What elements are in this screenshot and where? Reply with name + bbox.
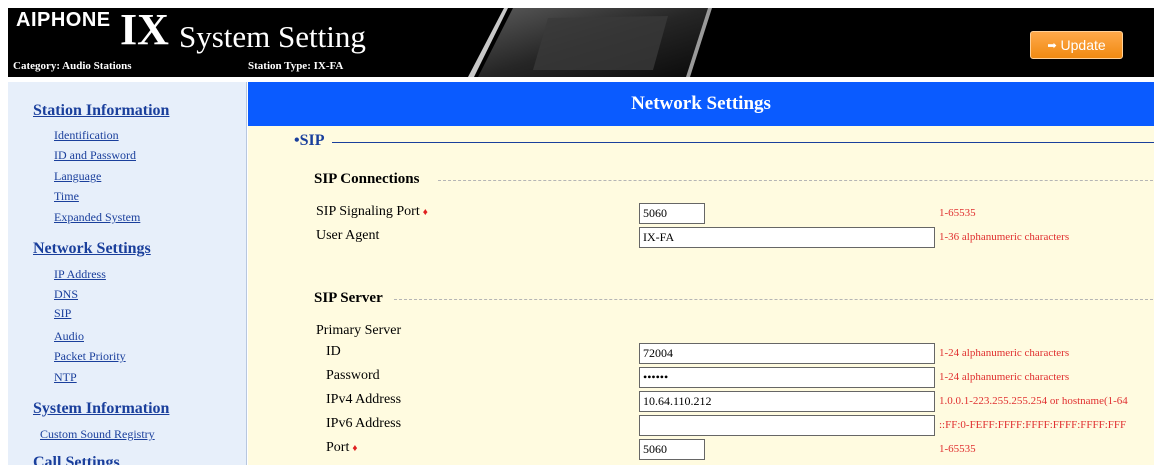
- sidebar-item-ip-address[interactable]: IP Address: [54, 267, 106, 282]
- server-port-hint: 1-65535: [939, 443, 976, 455]
- primary-server-label: Primary Server: [316, 323, 402, 338]
- user-agent-input[interactable]: [639, 227, 935, 248]
- sidebar-heading-station-information[interactable]: Station Information: [33, 102, 169, 120]
- user-agent-label: User Agent: [316, 228, 380, 243]
- header-device-photo: [468, 8, 712, 77]
- sidebar-item-ntp[interactable]: NTP: [54, 370, 77, 385]
- sidebar-item-expanded-system[interactable]: Expanded System: [54, 210, 140, 225]
- sidebar-item-identification[interactable]: Identification: [54, 128, 119, 143]
- sidebar-item-dns[interactable]: DNS: [54, 287, 78, 302]
- category-label: Category: Audio Stations: [13, 60, 132, 72]
- sip-signaling-port-input[interactable]: [639, 203, 705, 224]
- ipv4-address-hint: 1.0.0.1-223.255.255.254 or hostname(1-64: [939, 395, 1128, 407]
- ipv6-address-input[interactable]: [639, 415, 935, 436]
- server-id-hint: 1-24 alphanumeric characters: [939, 347, 1070, 359]
- section-title-sip: •SIP: [294, 132, 325, 149]
- subsection-divider: [438, 180, 1154, 181]
- sip-signaling-port-label: SIP Signaling Port ♦: [316, 204, 428, 219]
- station-type-label: Station Type: IX-FA: [248, 60, 344, 72]
- section-divider: [332, 142, 1154, 143]
- ipv4-address-label: IPv4 Address: [326, 392, 402, 407]
- brand-logo: AIPHONE: [16, 9, 111, 31]
- app-title: System Setting: [179, 19, 366, 54]
- header: AIPHONE IX System Setting Category: Audi…: [8, 8, 1154, 77]
- sidebar-item-audio[interactable]: Audio: [54, 329, 84, 344]
- sidebar-heading-system-information[interactable]: System Information: [33, 400, 169, 418]
- server-password-hint: 1-24 alphanumeric characters: [939, 371, 1070, 383]
- main-panel: Network Settings •SIP SIP Connections SI…: [248, 82, 1154, 465]
- server-password-label: Password: [326, 368, 380, 383]
- required-marker-icon: ♦: [422, 207, 428, 218]
- server-id-input[interactable]: [639, 343, 935, 364]
- ipv6-address-label: IPv6 Address: [326, 416, 402, 431]
- sidebar-item-sip[interactable]: SIP: [54, 306, 71, 321]
- sidebar-item-id-and-password[interactable]: ID and Password: [54, 148, 136, 163]
- sidebar-item-time[interactable]: Time: [54, 189, 79, 204]
- arrow-right-icon: ➡: [1047, 39, 1057, 52]
- sip-signaling-port-hint: 1-65535: [939, 207, 976, 219]
- update-button[interactable]: ➡ Update: [1030, 31, 1123, 59]
- sidebar-heading-call-settings[interactable]: Call Settings: [33, 454, 120, 465]
- subsection-divider: [394, 299, 1154, 300]
- subsection-title-sip-connections: SIP Connections: [314, 171, 420, 187]
- user-agent-hint: 1-36 alphanumeric characters: [939, 231, 1070, 243]
- update-button-label: Update: [1060, 37, 1106, 53]
- sidebar-item-custom-sound-registry[interactable]: Custom Sound Registry: [40, 427, 155, 442]
- server-port-input[interactable]: [639, 439, 705, 460]
- ipv4-address-input[interactable]: [639, 391, 935, 412]
- sidebar-item-packet-priority[interactable]: Packet Priority: [54, 349, 126, 364]
- ix-logo: IX: [120, 8, 169, 54]
- server-port-label: Port ♦: [326, 440, 358, 455]
- sidebar-heading-network-settings[interactable]: Network Settings: [33, 240, 151, 258]
- subsection-title-sip-server: SIP Server: [314, 290, 383, 306]
- ipv6-address-hint: ::FF:0-FEFF:FFFF:FFFF:FFFF:FFFF:FFF: [939, 419, 1127, 431]
- sidebar: Station Information Identification ID an…: [8, 82, 247, 465]
- page-title: Network Settings: [248, 82, 1154, 126]
- server-password-input[interactable]: [639, 367, 935, 388]
- required-marker-icon: ♦: [352, 443, 358, 454]
- server-id-label: ID: [326, 344, 341, 359]
- sidebar-item-language[interactable]: Language: [54, 169, 101, 184]
